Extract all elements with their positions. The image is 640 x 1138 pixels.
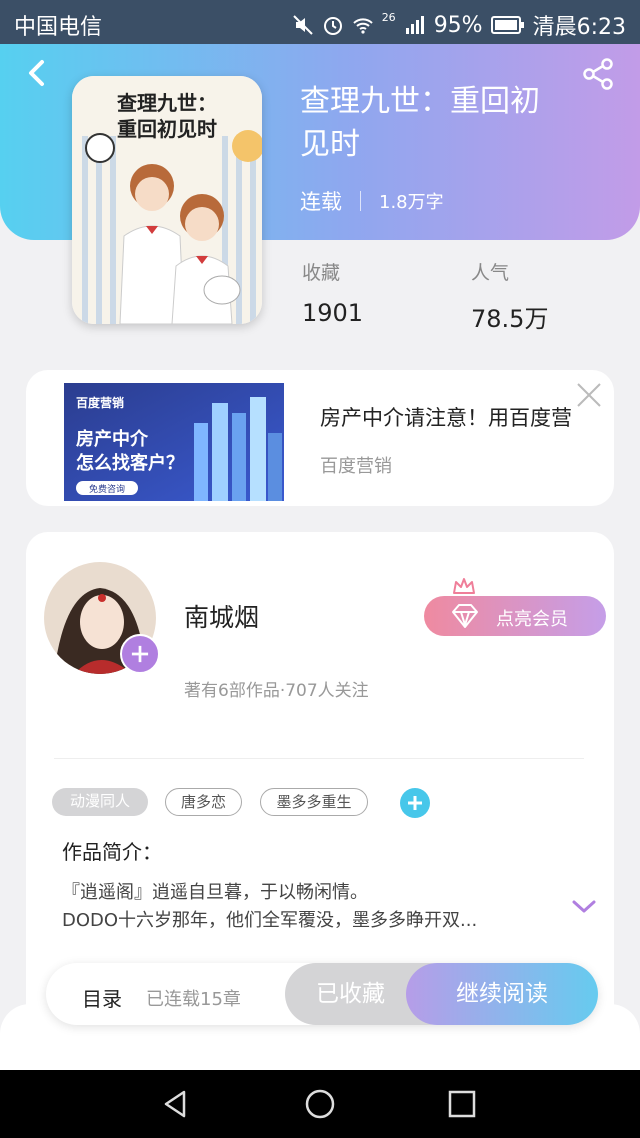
cover-illustration: 查理九世： 重回初见时 (72, 76, 262, 324)
vip-button[interactable]: 点亮会员 (424, 596, 606, 636)
author-stats: 著有6部作品·707人关注 (184, 681, 369, 701)
close-icon[interactable] (576, 382, 602, 408)
author-card: 南城烟 著有6部作品·707人关注 点亮会员 动漫同人 唐多恋 墨多多重生 作品… (26, 532, 614, 1032)
ad-title[interactable]: 房产中介请注意！用百度营 (320, 402, 572, 432)
intro-line-2: DODO十六岁那年，他们全军覆没，墨多多睁开双... (62, 910, 478, 931)
battery-icon (490, 16, 524, 34)
tag-item[interactable]: 动漫同人 (52, 788, 148, 816)
back-icon[interactable] (20, 56, 54, 90)
add-tag-button[interactable] (400, 788, 430, 818)
ad-image-line1: 房产中介 (76, 428, 149, 449)
intro-line-1: 『逍遥阁』逍遥自旦暮，于以畅闲情。 (62, 882, 368, 903)
cover-title-2: 重回初见时 (117, 117, 217, 141)
wifi-icon (352, 18, 373, 34)
system-nav-bar (0, 1070, 640, 1138)
ad-image-line2: 怎么找客户？ (76, 452, 184, 473)
ad-card[interactable]: 百度营销 房产中介 怎么找客户？ 免费咨询 房产中介请注意！用百度营 百度营销 (26, 370, 614, 506)
book-cover[interactable]: 查理九世： 重回初见时 (72, 76, 262, 324)
author-name[interactable]: 南城烟 (184, 598, 259, 634)
follow-author-button[interactable] (120, 634, 160, 674)
ad-source: 百度营销 (320, 456, 392, 477)
alarm-icon (323, 17, 342, 35)
carrier-name: 中国电信 (14, 15, 103, 40)
chapter-count: 已连载15章 (146, 989, 241, 1010)
crown-icon (453, 578, 475, 594)
nav-home-icon[interactable] (304, 1088, 336, 1120)
tag-item[interactable]: 唐多恋 (165, 788, 242, 816)
serial-status: 连载 (300, 190, 342, 214)
continue-reading-button[interactable]: 继续阅读 (406, 963, 598, 1025)
cover-title-1: 查理九世： (117, 91, 217, 115)
signal-icon (405, 16, 424, 34)
book-title-line1: 查理九世：重回初 (300, 84, 540, 119)
bottom-action-bar: 目录 已连载15章 已收藏 继续阅读 (46, 963, 598, 1025)
status-icons: 26 95% 清晨6:23 (292, 9, 626, 41)
ad-image-button: 免费咨询 (89, 483, 125, 494)
tag-item[interactable]: 墨多多重生 (260, 788, 368, 816)
popularity-value: 78.5万 (471, 305, 549, 333)
favorites-value: 1901 (302, 299, 364, 327)
favorited-label: 已收藏 (316, 981, 385, 1007)
word-count: 1.8万字 (379, 192, 444, 213)
nav-back-icon[interactable] (160, 1088, 192, 1120)
mute-icon (292, 15, 313, 35)
ad-brand: 百度营销 (76, 395, 124, 410)
book-meta: 连载 1.8万字 (300, 186, 444, 216)
favorites-label: 收藏 (302, 262, 341, 284)
chevron-down-icon[interactable] (570, 896, 598, 916)
ad-image[interactable]: 百度营销 房产中介 怎么找客户？ 免费咨询 (64, 383, 284, 501)
diamond-icon (452, 604, 478, 628)
popularity-label: 人气 (471, 262, 510, 284)
status-bar: 中国电信 26 95% 清晨6:23 (0, 0, 640, 44)
book-title: 查理九世：重回初 见时 (300, 80, 600, 166)
nav-recents-icon[interactable] (446, 1088, 478, 1120)
meta-divider (360, 191, 361, 211)
book-title-line2: 见时 (300, 127, 360, 162)
intro-title: 作品简介： (62, 840, 162, 864)
divider (54, 758, 584, 759)
clock: 清晨6:23 (532, 15, 626, 40)
popularity-stat: 人气 78.5万 (471, 258, 548, 334)
battery-percent: 95% (433, 12, 483, 38)
favorites-stat: 收藏 1901 (302, 258, 363, 327)
toc-button[interactable]: 目录 (82, 983, 122, 1012)
vip-button-label: 点亮会员 (496, 609, 568, 630)
network-type: 26 (381, 10, 396, 24)
